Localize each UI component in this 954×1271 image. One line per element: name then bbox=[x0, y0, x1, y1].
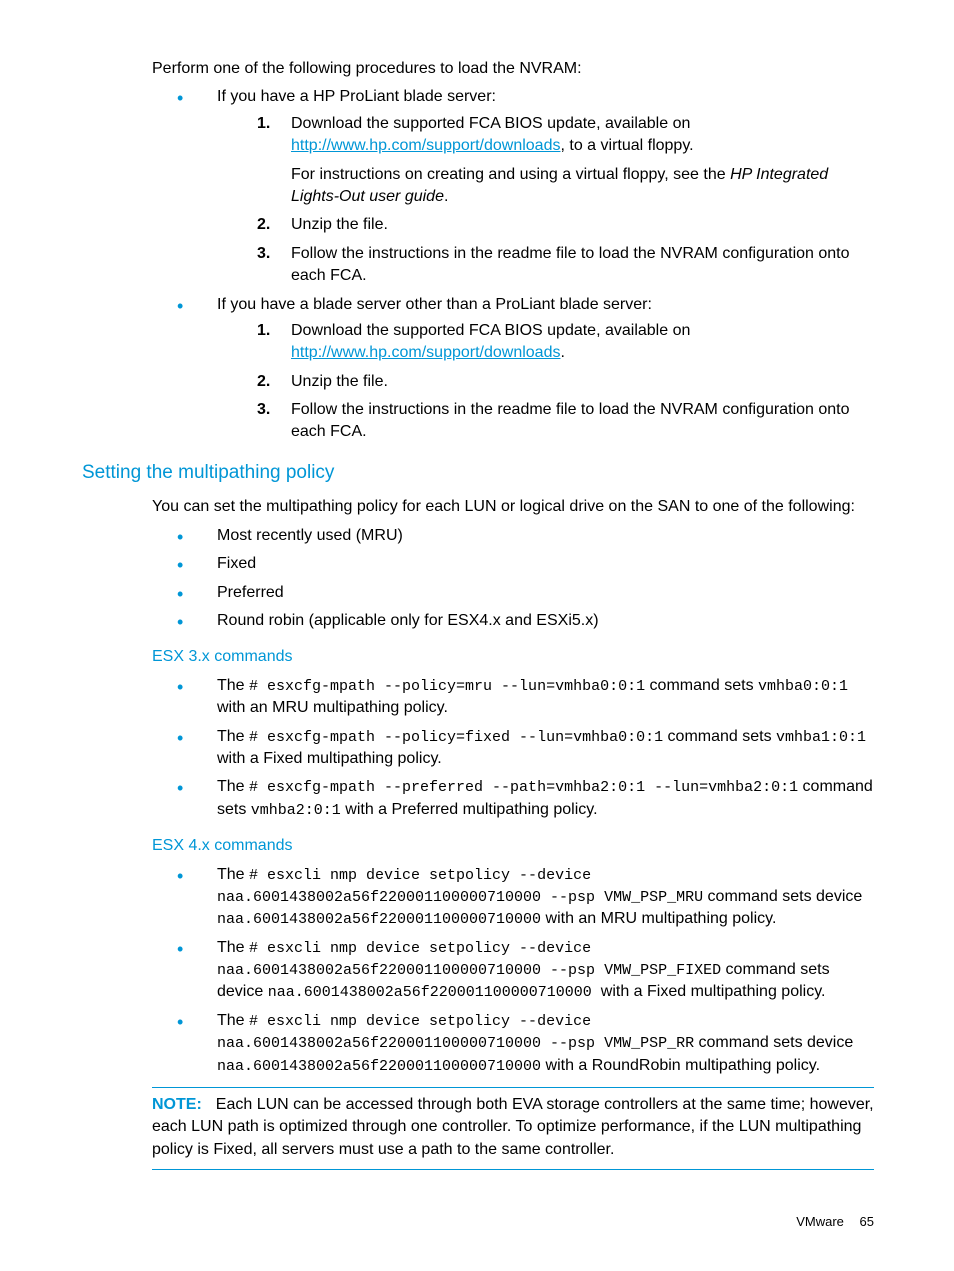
esx3-heading: ESX 3.x commands bbox=[152, 646, 874, 668]
step-text: Follow the instructions in the readme fi… bbox=[291, 401, 850, 440]
step-subtext: For instructions on creating and using a… bbox=[291, 164, 874, 209]
device: vmhba0:0:1 bbox=[758, 678, 848, 695]
list-item-lead: If you have a HP ProLiant blade server: bbox=[217, 88, 496, 105]
text: The bbox=[217, 728, 249, 745]
text: with a RoundRobin multipathing policy. bbox=[541, 1057, 820, 1074]
page-footer: VMware 65 bbox=[796, 1213, 874, 1231]
device: vmhba2:0:1 bbox=[251, 802, 341, 819]
download-link[interactable]: http://www.hp.com/support/downloads bbox=[291, 344, 560, 361]
esx4-command-list: The # esxcli nmp device setpolicy --devi… bbox=[177, 864, 874, 1078]
step: 1. Download the supported FCA BIOS updat… bbox=[257, 113, 874, 209]
step-text: . bbox=[560, 344, 564, 361]
download-link[interactable]: http://www.hp.com/support/downloads bbox=[291, 137, 560, 154]
list-item: The # esxcfg-mpath --policy=mru --lun=vm… bbox=[177, 675, 874, 720]
step-text: Unzip the file. bbox=[291, 216, 388, 233]
list-item: Round robin (applicable only for ESX4.x … bbox=[177, 610, 874, 632]
page-number: 65 bbox=[860, 1214, 874, 1229]
command: # esxcfg-mpath --preferred --path=vmhba2… bbox=[249, 779, 798, 796]
esx3-command-list: The # esxcfg-mpath --policy=mru --lun=vm… bbox=[177, 675, 874, 821]
step-text: Unzip the file. bbox=[291, 373, 388, 390]
text: with a Fixed multipathing policy. bbox=[601, 983, 826, 1000]
multipath-policy-list: Most recently used (MRU) Fixed Preferred… bbox=[177, 525, 874, 633]
list-item: Fixed bbox=[177, 553, 874, 575]
step-text: Download the supported FCA BIOS update, … bbox=[291, 322, 690, 339]
list-item: The # esxcli nmp device setpolicy --devi… bbox=[177, 864, 874, 931]
step: 2.Unzip the file. bbox=[257, 371, 874, 393]
text: The bbox=[217, 677, 249, 694]
text: The bbox=[217, 939, 249, 956]
note-label: NOTE: bbox=[152, 1096, 202, 1113]
step: 3.Follow the instructions in the readme … bbox=[257, 399, 874, 444]
text: with an MRU multipathing policy. bbox=[217, 699, 448, 716]
device: naa.6001438002a56f220001100000710000 bbox=[217, 911, 541, 928]
device: vmhba1:0:1 bbox=[776, 729, 866, 746]
list-item: The # esxcfg-mpath --policy=fixed --lun=… bbox=[177, 726, 874, 771]
section-heading: Setting the multipathing policy bbox=[82, 460, 874, 487]
text: command sets bbox=[645, 677, 758, 694]
text: For instructions on creating and using a… bbox=[291, 166, 730, 183]
command: # esxcfg-mpath --policy=fixed --lun=vmhb… bbox=[249, 729, 663, 746]
step-text: Download the supported FCA BIOS update, … bbox=[291, 115, 690, 132]
list-item: If you have a blade server other than a … bbox=[177, 294, 874, 444]
text: The bbox=[217, 778, 249, 795]
text: with an MRU multipathing policy. bbox=[541, 910, 776, 927]
command: # esxcli nmp device setpolicy --device n… bbox=[217, 1013, 694, 1052]
step: 3.Follow the instructions in the readme … bbox=[257, 243, 874, 288]
text: with a Preferred multipathing policy. bbox=[341, 801, 598, 818]
list-item: Preferred bbox=[177, 582, 874, 604]
device: naa.6001438002a56f220001100000710000 bbox=[268, 984, 601, 1001]
step-text: Follow the instructions in the readme fi… bbox=[291, 245, 850, 284]
text: command sets device bbox=[694, 1034, 853, 1051]
ordered-steps: 1. Download the supported FCA BIOS updat… bbox=[257, 320, 874, 444]
step: 2.Unzip the file. bbox=[257, 214, 874, 236]
esx4-heading: ESX 4.x commands bbox=[152, 835, 874, 857]
footer-section: VMware bbox=[796, 1214, 844, 1229]
list-item: The # esxcli nmp device setpolicy --devi… bbox=[177, 937, 874, 1004]
ordered-steps: 1. Download the supported FCA BIOS updat… bbox=[257, 113, 874, 288]
device: naa.6001438002a56f220001100000710000 bbox=[217, 1058, 541, 1075]
step-text: , to a virtual floppy. bbox=[560, 137, 693, 154]
intro-paragraph: Perform one of the following procedures … bbox=[152, 58, 874, 80]
command: # esxcli nmp device setpolicy --device n… bbox=[217, 867, 703, 906]
list-item: Most recently used (MRU) bbox=[177, 525, 874, 547]
multipath-intro: You can set the multipathing policy for … bbox=[152, 496, 874, 518]
text: The bbox=[217, 866, 249, 883]
command: # esxcli nmp device setpolicy --device n… bbox=[217, 940, 721, 979]
text: command sets device bbox=[703, 888, 862, 905]
text: with a Fixed multipathing policy. bbox=[217, 750, 442, 767]
step: 1. Download the supported FCA BIOS updat… bbox=[257, 320, 874, 365]
text: The bbox=[217, 1012, 249, 1029]
command: # esxcfg-mpath --policy=mru --lun=vmhba0… bbox=[249, 678, 645, 695]
list-item-lead: If you have a blade server other than a … bbox=[217, 296, 652, 313]
list-item: If you have a HP ProLiant blade server: … bbox=[177, 86, 874, 287]
note-block: NOTE:Each LUN can be accessed through bo… bbox=[152, 1087, 874, 1170]
note-body: Each LUN can be accessed through both EV… bbox=[152, 1096, 874, 1158]
list-item: The # esxcli nmp device setpolicy --devi… bbox=[177, 1010, 874, 1077]
text: command sets bbox=[663, 728, 776, 745]
nvram-procedure-list: If you have a HP ProLiant blade server: … bbox=[177, 86, 874, 443]
list-item: The # esxcfg-mpath --preferred --path=vm… bbox=[177, 776, 874, 821]
text: . bbox=[444, 188, 448, 205]
